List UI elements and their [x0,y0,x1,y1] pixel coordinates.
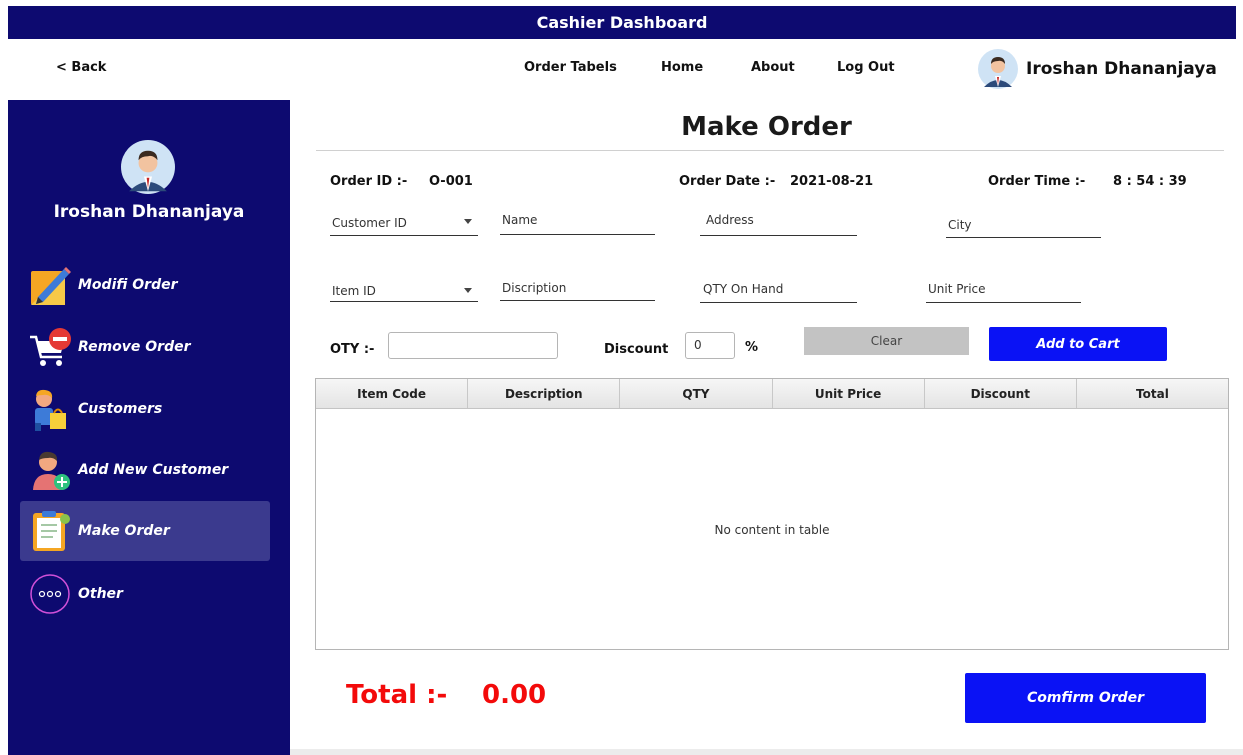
sidebar-item-label: Make Order [78,523,170,539]
item-description-field[interactable]: Discription [500,274,655,301]
sidebar-item-customers[interactable]: Customers [20,379,270,439]
column-total[interactable]: Total [1077,379,1228,408]
main-panel: Make Order Order ID :- O-001 Order Date … [290,100,1243,755]
sidebar-item-modify-order[interactable]: Modifi Order [20,255,270,315]
customer-name-field[interactable]: Name [500,208,655,235]
sidebar: Iroshan Dhananjaya Modifi Order Remove O… [8,100,290,755]
customer-name-placeholder: Name [502,213,538,227]
sidebar-item-label: Modifi Order [78,277,178,293]
sidebar-item-label: Add New Customer [78,462,229,478]
sidebar-item-label: Other [78,586,123,602]
customer-city-placeholder: City [948,218,972,232]
customer-address-placeholder: Address [706,213,754,227]
qty-label: OTY :- [330,342,375,357]
column-qty[interactable]: QTY [620,379,773,408]
sidebar-avatar-icon [121,140,175,194]
order-id-label: Order ID :- [330,174,408,189]
title-divider [316,150,1224,151]
add-customer-icon [33,451,70,490]
sidebar-item-label: Customers [78,401,163,417]
sidebar-item-other[interactable]: Other [20,564,270,624]
customer-shopping-icon [35,389,66,431]
add-to-cart-button[interactable]: Add to Cart [989,327,1167,361]
chevron-down-icon [464,288,472,293]
column-description[interactable]: Description [468,379,621,408]
app-root: Cashier Dashboard < Back Order Tabels Ho… [0,0,1243,755]
sidebar-item-make-order[interactable]: Make Order [20,501,270,561]
table-empty-message: No content in table [714,523,830,537]
column-discount[interactable]: Discount [925,379,1077,408]
sidebar-item-label: Remove Order [78,339,191,355]
clipboard-icon [33,511,70,551]
top-user-name: Iroshan Dhananjaya [1026,59,1217,79]
discount-input[interactable]: 0 [685,332,735,359]
order-id-value: O-001 [429,174,473,189]
page-title: Make Order [681,112,852,142]
order-time-label: Order Time :- [988,174,1086,189]
confirm-order-button[interactable]: Comfirm Order [965,673,1206,723]
table-header: Item Code Description QTY Unit Price Dis… [316,379,1228,409]
qty-input[interactable] [388,332,558,359]
qty-on-hand-placeholder: QTY On Hand [703,282,784,296]
chevron-down-icon [464,219,472,224]
user-avatar-icon [978,49,1018,89]
top-user-profile[interactable]: Iroshan Dhananjaya [978,49,1217,89]
nav-order-tables[interactable]: Order Tabels [524,60,617,75]
order-items-table[interactable]: Item Code Description QTY Unit Price Dis… [315,378,1229,650]
customer-id-combobox[interactable]: Customer ID [330,208,478,236]
percent-sign: % [745,340,759,355]
pencil-note-icon [31,267,71,305]
cart-remove-icon [30,328,71,366]
top-navigation: < Back Order Tabels Home About Log Out I… [0,40,1243,100]
unit-price-field[interactable]: Unit Price [926,274,1081,303]
sidebar-item-remove-order[interactable]: Remove Order [20,317,270,377]
nav-about[interactable]: About [751,60,795,75]
clear-button[interactable]: Clear [804,327,969,355]
nav-home[interactable]: Home [661,60,703,75]
back-button[interactable]: < Back [56,60,106,75]
bottom-edge [290,749,1243,755]
sidebar-user-name: Iroshan Dhananjaya [53,202,245,222]
window-title: Cashier Dashboard [536,13,708,32]
order-date-value: 2021-08-21 [790,174,874,189]
unit-price-placeholder: Unit Price [928,282,986,296]
sidebar-item-add-new-customer[interactable]: Add New Customer [20,440,270,500]
column-item-code[interactable]: Item Code [316,379,469,408]
column-unit-price[interactable]: Unit Price [773,379,925,408]
order-time-value: 8 : 54 : 39 [1113,174,1187,189]
discount-label: Discount [604,342,669,357]
total-label: Total :- [346,680,448,710]
more-circle-icon [30,574,70,614]
nav-log-out[interactable]: Log Out [837,60,895,75]
item-id-placeholder: Item ID [332,284,376,298]
customer-city-field[interactable]: City [946,208,1101,238]
order-date-label: Order Date :- [679,174,776,189]
customer-id-placeholder: Customer ID [332,216,407,230]
item-description-placeholder: Discription [502,281,567,295]
total-value: 0.00 [482,680,547,710]
customer-address-field[interactable]: Address [700,208,857,236]
item-id-combobox[interactable]: Item ID [330,274,478,302]
window-title-bar: Cashier Dashboard [8,6,1236,39]
qty-on-hand-field[interactable]: QTY On Hand [700,274,857,303]
